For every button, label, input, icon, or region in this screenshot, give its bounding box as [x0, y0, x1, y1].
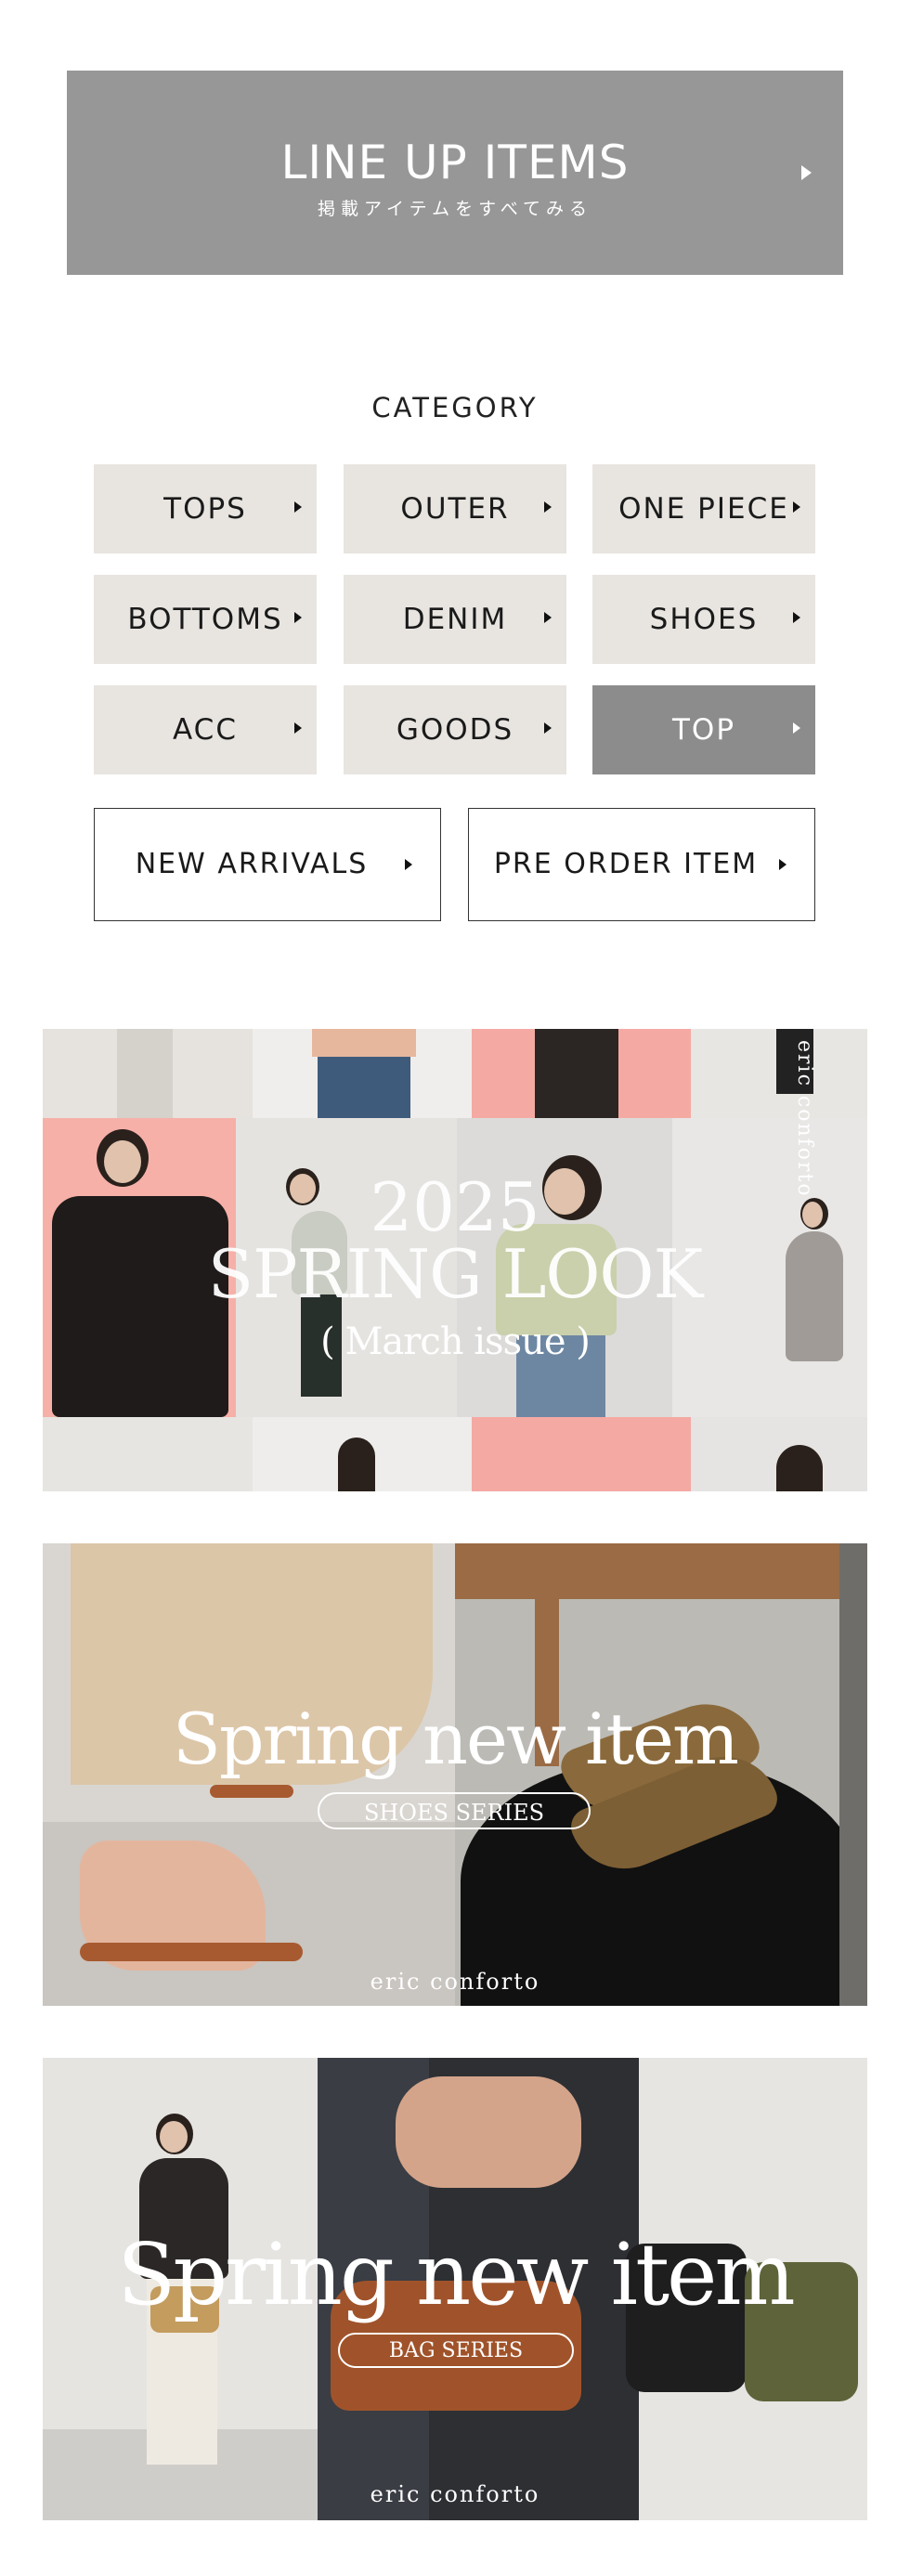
model-hair [776, 1445, 823, 1491]
photo-tile [472, 1417, 691, 1491]
new-arrivals-button[interactable]: NEW ARRIVALS [94, 808, 441, 921]
category-tops-button[interactable]: TOPS [94, 464, 317, 553]
back-to-top-button[interactable]: TOP [592, 685, 815, 774]
arrow-right-icon [544, 722, 552, 734]
spring-look-issue: ( March issue ) [320, 1321, 591, 1363]
lineup-items-banner[interactable]: LINE UP ITEMS 掲載アイテムをすべてみる [67, 71, 843, 275]
category-label: OUTER [400, 492, 510, 526]
arrow-right-icon [294, 722, 302, 734]
arrow-right-icon [793, 722, 800, 734]
hand [396, 2076, 581, 2188]
category-label: TOP [671, 713, 736, 747]
arrow-right-icon [793, 612, 800, 623]
category-label: GOODS [396, 713, 514, 747]
sandal-ankle-strap [210, 1785, 293, 1798]
series-pill: BAG SERIES [338, 2333, 574, 2368]
shoes-brand: eric conforto [370, 1969, 540, 1995]
bags-brand: eric conforto [370, 2481, 540, 2507]
category-label: DENIM [402, 603, 508, 636]
arrow-right-icon [294, 612, 302, 623]
trousers-detail [535, 1029, 618, 1118]
arrow-right-icon [779, 859, 786, 870]
chair-back [455, 1543, 867, 1599]
arrow-right-icon [405, 859, 412, 870]
arrow-right-icon [544, 612, 552, 623]
sandal-strap [80, 1943, 303, 1961]
arrow-right-icon [801, 165, 812, 180]
brand-vertical: eric conforto [793, 1040, 816, 1198]
dress-detail [117, 1029, 173, 1118]
category-goods-button[interactable]: GOODS [344, 685, 566, 774]
category-acc-button[interactable]: ACC [94, 685, 317, 774]
pre-order-label: PRE ORDER ITEM [493, 848, 759, 880]
category-label: ACC [173, 713, 238, 747]
lineup-title: LINE UP ITEMS [280, 136, 630, 189]
category-outer-button[interactable]: OUTER [344, 464, 566, 553]
shoes-series-label: SHOES SERIES [363, 1800, 545, 1826]
spring-look-title: SPRING LOOK [207, 1235, 703, 1313]
arrow-right-icon [793, 501, 800, 513]
category-one-piece-button[interactable]: ONE PIECE [592, 464, 815, 553]
photo-tile [43, 1417, 253, 1491]
model-hair [338, 1438, 375, 1491]
top-detail [312, 1029, 416, 1057]
spring-look-banner[interactable]: 2025 SPRING LOOK ( March issue ) eric co… [43, 1029, 867, 1491]
model-face [160, 2121, 188, 2153]
arrow-right-icon [544, 501, 552, 513]
lineup-subtitle: 掲載アイテムをすべてみる [317, 199, 592, 219]
category-label: BOTTOMS [127, 603, 283, 636]
pre-order-button[interactable]: PRE ORDER ITEM [468, 808, 815, 921]
bags-series-label: BAG SERIES [388, 2339, 524, 2362]
category-denim-button[interactable]: DENIM [344, 575, 566, 664]
category-label: ONE PIECE [618, 492, 789, 526]
bags-banner[interactable]: Spring new item BAG SERIES eric conforto [43, 2058, 867, 2520]
category-shoes-button[interactable]: SHOES [592, 575, 815, 664]
category-label: TOPS [163, 492, 247, 526]
new-arrivals-label: NEW ARRIVALS [135, 848, 369, 880]
category-heading: CATEGORY [371, 392, 539, 423]
series-pill: SHOES SERIES [318, 1792, 591, 1829]
bags-title: Spring new item [117, 2225, 795, 2324]
shoes-title: Spring new item [172, 1698, 739, 1780]
arrow-right-icon [294, 501, 302, 513]
shoes-banner[interactable]: Spring new item SHOES SERIES eric confor… [43, 1543, 867, 2006]
category-bottoms-button[interactable]: BOTTOMS [94, 575, 317, 664]
category-label: SHOES [649, 603, 759, 636]
